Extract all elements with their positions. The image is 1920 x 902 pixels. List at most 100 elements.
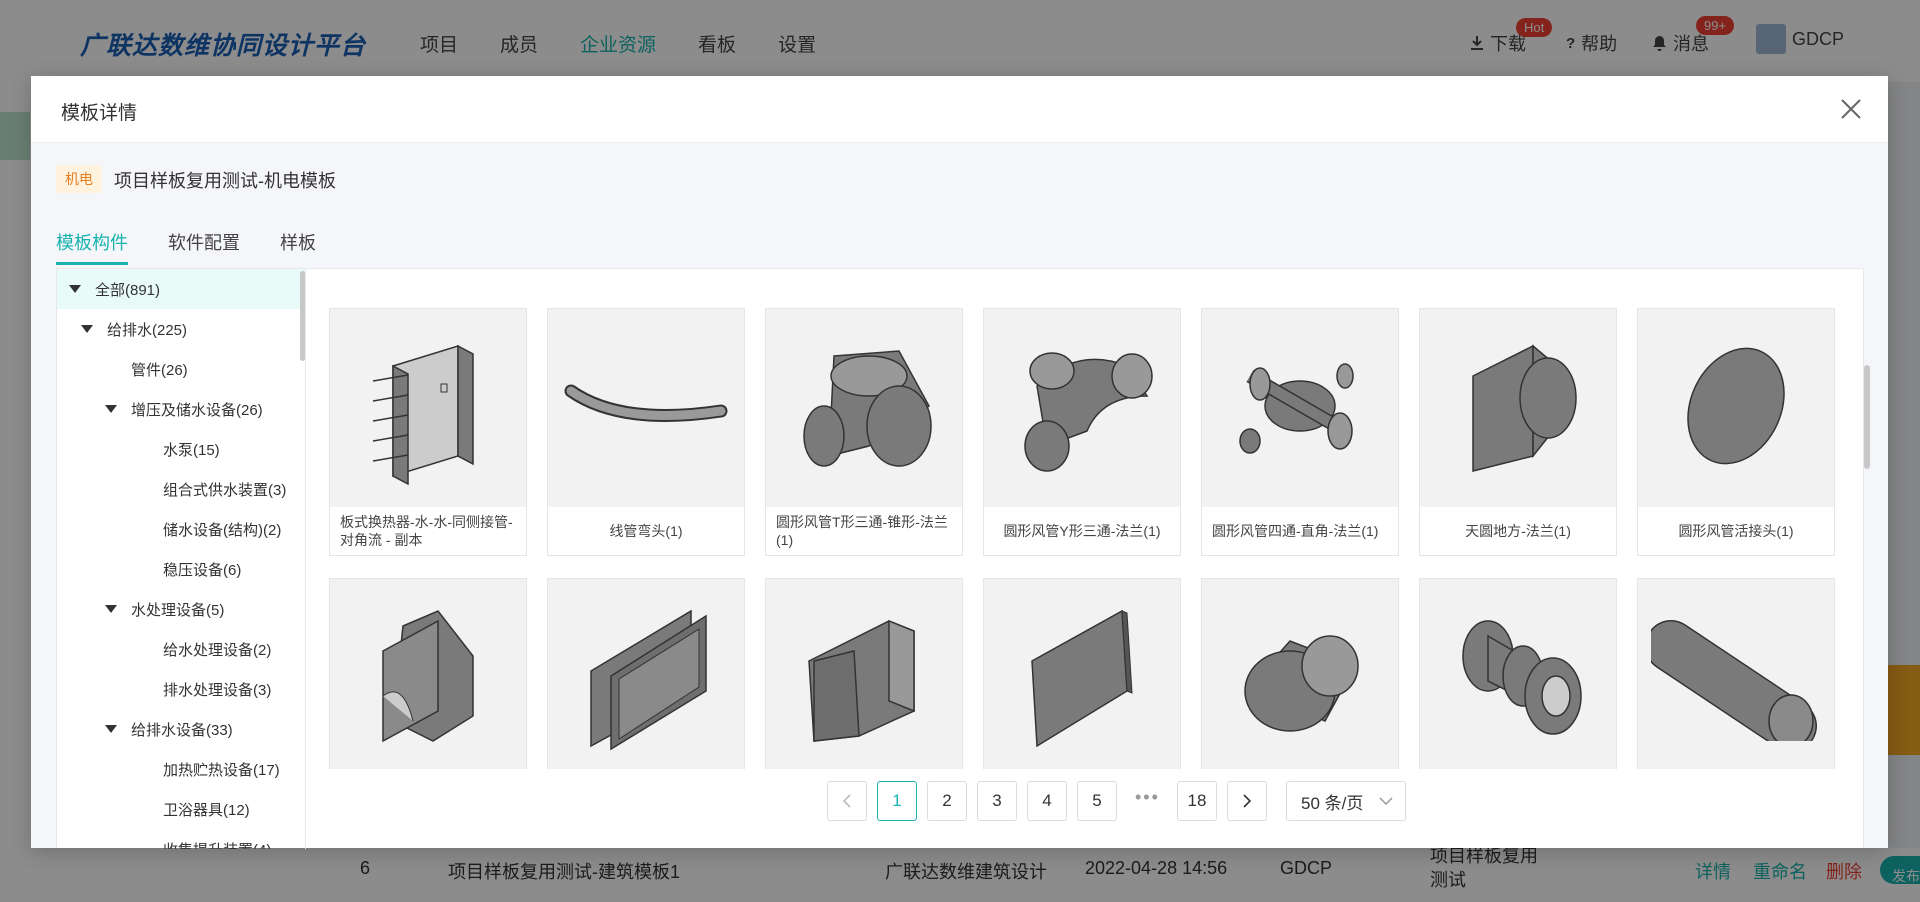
- caret-down-icon[interactable]: [105, 405, 117, 413]
- tree-node-label: 排水处理设备(3): [163, 681, 272, 699]
- component-card[interactable]: [1419, 578, 1617, 769]
- template-detail-modal: 模板详情 机电 项目样板复用测试-机电模板 模板构件 软件配置 样板 全部(89…: [31, 76, 1888, 849]
- tree-node[interactable]: 管件(26): [57, 349, 305, 389]
- page-size-value: 50 条/页: [1301, 793, 1364, 813]
- tree-node-label: 组合式供水装置(3): [163, 481, 287, 499]
- component-card[interactable]: 板式换热器-水-水-同侧接管-对角流 - 副本: [329, 308, 527, 556]
- components-panel: 全部(891) 给排水(225) 管件(26) 增压及储水设备(26) 水泵(15) 组合…: [56, 268, 1865, 849]
- component-card[interactable]: [983, 578, 1181, 769]
- round-duct-cross-icon: [1230, 346, 1370, 471]
- tree-node-label: 稳压设备(6): [163, 561, 242, 579]
- tree-node-label: 加热贮热设备(17): [163, 761, 280, 779]
- component-name: 天圆地方-法兰(1): [1465, 523, 1571, 539]
- component-card[interactable]: [1201, 578, 1399, 769]
- component-card[interactable]: [329, 578, 527, 769]
- round-duct-wye-icon: [1007, 336, 1157, 481]
- rect-duct-transition-icon: [363, 601, 493, 756]
- tab-template-components[interactable]: 模板构件: [56, 225, 128, 265]
- tree-node[interactable]: 收集提升装置(4): [57, 829, 305, 850]
- component-card[interactable]: 圆形风管T形三通-锥形-法兰(1): [765, 308, 963, 556]
- component-thumbnail: [984, 309, 1180, 507]
- tree-node-label: 水泵(15): [163, 441, 220, 459]
- component-card[interactable]: 圆形风管Y形三通-法兰(1): [983, 308, 1181, 556]
- category-tree: 全部(891) 给排水(225) 管件(26) 增压及储水设备(26) 水泵(15) 组合…: [57, 269, 306, 849]
- page-last-button[interactable]: 18: [1177, 781, 1217, 821]
- caret-down-icon[interactable]: [105, 725, 117, 733]
- pagination-ellipsis[interactable]: •••: [1135, 787, 1160, 808]
- tree-node[interactable]: 储水设备(结构)(2): [57, 509, 305, 549]
- component-card[interactable]: 圆形风管四通-直角-法兰(1): [1201, 308, 1399, 556]
- component-card[interactable]: [1637, 578, 1835, 769]
- component-thumbnail: [330, 579, 526, 769]
- template-name: 项目样板复用测试-机电模板: [114, 171, 336, 191]
- page-2-button[interactable]: 2: [927, 781, 967, 821]
- caret-down-icon[interactable]: [69, 285, 81, 293]
- component-name: 圆形风管活接头(1): [1678, 523, 1794, 539]
- component-thumbnail: [766, 579, 962, 769]
- caret-down-icon[interactable]: [105, 605, 117, 613]
- flanged-coupling-icon: [1448, 611, 1588, 746]
- grid-scrollbar[interactable]: [1864, 365, 1870, 469]
- component-grid: 板式换热器-水-水-同侧接管-对角流 - 副本 线管弯头(1) 圆形风管T形三通-锥…: [309, 269, 1865, 769]
- tree-node[interactable]: 组合式供水装置(3): [57, 469, 305, 509]
- component-name: 圆形风管四通-直角-法兰(1): [1212, 523, 1379, 539]
- tree-node[interactable]: 增压及储水设备(26): [57, 389, 305, 429]
- tree-node-label: 水处理设备(5): [131, 601, 225, 619]
- round-duct-tee-icon: [789, 336, 939, 481]
- component-card[interactable]: 圆形风管活接头(1): [1637, 308, 1835, 556]
- component-thumbnail: [1202, 579, 1398, 769]
- close-icon[interactable]: [1838, 96, 1864, 122]
- tree-node-label: 给水处理设备(2): [163, 641, 272, 659]
- page-1-button[interactable]: 1: [877, 781, 917, 821]
- rect-flange-plate-icon: [581, 601, 711, 756]
- component-card[interactable]: [547, 578, 745, 769]
- caret-down-icon[interactable]: [81, 325, 93, 333]
- page-5-button[interactable]: 5: [1077, 781, 1117, 821]
- component-name: 圆形风管T形三通-锥形-法兰(1): [776, 514, 948, 548]
- tree-node-label: 给排水(225): [107, 321, 188, 339]
- component-name: 线管弯头(1): [609, 523, 683, 539]
- component-card[interactable]: 天圆地方-法兰(1): [1419, 308, 1617, 556]
- component-thumbnail: [548, 579, 744, 769]
- prev-page-button[interactable]: [827, 781, 867, 821]
- component-name: 板式换热器-水-水-同侧接管-对角流 - 副本: [340, 514, 513, 548]
- tree-node[interactable]: 水泵(15): [57, 429, 305, 469]
- component-card[interactable]: 线管弯头(1): [547, 308, 745, 556]
- component-name: 圆形风管Y形三通-法兰(1): [1003, 523, 1161, 539]
- tree-node[interactable]: 稳压设备(6): [57, 549, 305, 589]
- page-3-button[interactable]: 3: [977, 781, 1017, 821]
- modal-header: 模板详情: [31, 76, 1888, 143]
- tree-node[interactable]: 给水处理设备(2): [57, 629, 305, 669]
- tree-node-label: 增压及储水设备(26): [131, 401, 263, 419]
- tab-software-config[interactable]: 软件配置: [168, 225, 240, 265]
- component-thumbnail: [1420, 579, 1616, 769]
- component-card[interactable]: [765, 578, 963, 769]
- tree-node[interactable]: 水处理设备(5): [57, 589, 305, 629]
- tab-sample-board[interactable]: 样板: [280, 225, 316, 265]
- component-thumbnail: [766, 309, 962, 507]
- plate-heat-exchanger-icon: [363, 326, 493, 491]
- flat-panel-icon: [1022, 601, 1142, 756]
- chevron-left-icon: [842, 794, 851, 808]
- tree-node-label: 给排水设备(33): [131, 721, 233, 739]
- tree-node[interactable]: 排水处理设备(3): [57, 669, 305, 709]
- tree-node-label: 收集提升装置(4): [163, 839, 271, 850]
- tree-node[interactable]: 给排水设备(33): [57, 709, 305, 749]
- tree-node-label: 全部(891): [95, 281, 161, 299]
- page-4-button[interactable]: 4: [1027, 781, 1067, 821]
- tree-scrollbar[interactable]: [300, 271, 305, 361]
- detail-tabs: 模板构件 软件配置 样板: [56, 225, 356, 265]
- component-thumbnail: [1202, 309, 1398, 507]
- component-thumbnail: [1420, 309, 1616, 507]
- chevron-down-icon: [1379, 797, 1393, 806]
- pagination: 1 2 3 4 5 ••• 18 50 条/页: [57, 781, 1863, 825]
- next-page-button[interactable]: [1227, 781, 1267, 821]
- cylinder-cap-icon: [1235, 616, 1365, 741]
- round-to-square-icon: [1453, 336, 1583, 481]
- conduit-elbow-icon: [561, 366, 731, 451]
- page-size-select[interactable]: 50 条/页: [1286, 781, 1406, 821]
- discipline-tag: 机电: [56, 165, 102, 193]
- modal-title: 模板详情: [61, 103, 138, 124]
- tree-node[interactable]: 给排水(225): [57, 309, 305, 349]
- tree-node[interactable]: 全部(891): [57, 269, 305, 309]
